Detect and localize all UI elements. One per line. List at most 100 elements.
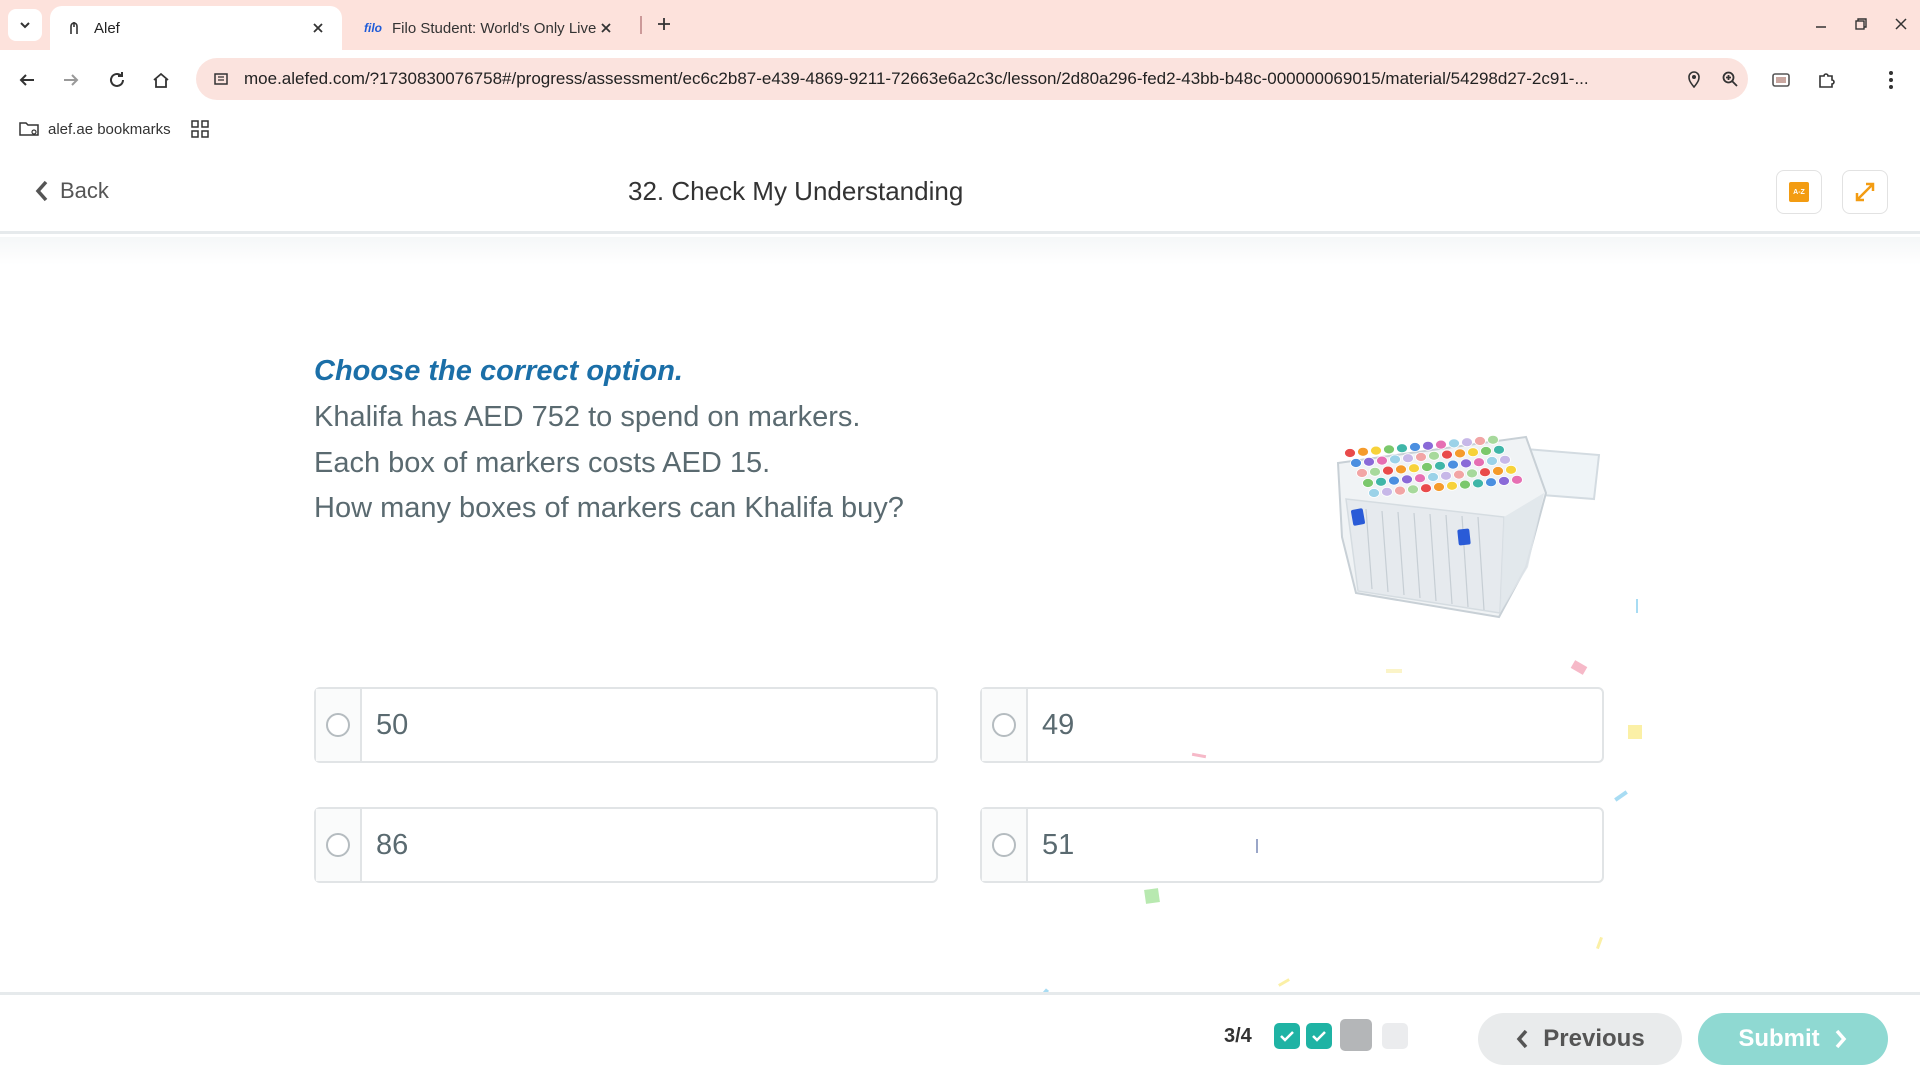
browser-chrome: Alef filo Filo Student: World's Only Liv… <box>0 0 1920 150</box>
confetti-piece <box>1570 660 1588 675</box>
tab-strip: Alef filo Filo Student: World's Only Liv… <box>0 0 1920 50</box>
cast-icon <box>1772 73 1790 87</box>
tab-close-icon[interactable] <box>596 18 616 38</box>
page-title: 32. Check My Understanding <box>628 176 964 206</box>
radio-button[interactable] <box>992 713 1016 737</box>
expand-icon <box>1855 182 1875 202</box>
back-button[interactable]: Back <box>34 178 109 204</box>
home-icon <box>153 72 169 88</box>
question-line: Khalifa has AED 752 to spend on markers. <box>314 401 861 433</box>
bookmarks-bar: alef.ae bookmarks <box>0 108 1920 150</box>
minimize-button[interactable] <box>1806 10 1836 38</box>
radio-button[interactable] <box>326 833 350 857</box>
bookmark-folder-alef[interactable]: alef.ae bookmarks <box>18 120 171 138</box>
question-line: How many boxes of markers can Khalifa bu… <box>314 492 904 524</box>
footer-bar: 3/4 Previous Submit <box>0 992 1920 1080</box>
chevron-left-icon <box>35 180 48 202</box>
progress-step-1[interactable] <box>1274 1023 1300 1049</box>
radio-button[interactable] <box>992 833 1016 857</box>
reload-icon <box>110 72 124 87</box>
chevron-right-icon <box>1835 1029 1846 1049</box>
chevron-down-icon <box>20 22 30 29</box>
arrow-left-icon <box>19 74 34 86</box>
alef-icon <box>64 20 84 36</box>
restore-button[interactable] <box>1846 10 1876 38</box>
option-value: 86 <box>376 828 409 861</box>
progress-step-4[interactable] <box>1382 1023 1408 1049</box>
home-button[interactable] <box>146 65 176 95</box>
browser-toolbar: moe.alefed.com/?1730830076758#/progress/… <box>0 50 1920 108</box>
option-value: 49 <box>1042 708 1075 741</box>
tab-alef[interactable]: Alef <box>50 6 342 50</box>
check-icon <box>1312 1031 1326 1042</box>
progress-counter: 3/4 <box>1224 1025 1252 1047</box>
radio-cell <box>982 809 1028 881</box>
radio-cell <box>316 689 362 761</box>
browser-menu-button[interactable] <box>1876 65 1906 95</box>
apps-button[interactable] <box>190 120 209 138</box>
markers-box-image <box>1336 434 1601 619</box>
chevron-left-icon <box>1516 1029 1528 1049</box>
tab-title: Filo Student: World's Only Live I <box>392 19 596 37</box>
new-tab-button[interactable] <box>652 12 676 36</box>
fullscreen-button[interactable] <box>1842 170 1888 214</box>
check-icon <box>1280 1031 1294 1042</box>
answer-option-2[interactable]: 49 <box>980 687 1604 763</box>
tab-filo[interactable]: filo Filo Student: World's Only Live I <box>350 6 630 50</box>
previous-button[interactable]: Previous <box>1478 1013 1682 1065</box>
url-text[interactable]: moe.alefed.com/?1730830076758#/progress/… <box>244 69 1676 89</box>
folder-icon <box>19 122 39 136</box>
previous-label: Previous <box>1543 1025 1645 1052</box>
answer-option-3[interactable]: 86 <box>314 807 938 883</box>
answer-option-4[interactable]: 51 <box>980 807 1604 883</box>
cast-button[interactable] <box>1766 65 1796 95</box>
dictionary-icon: A-Z <box>1789 182 1809 202</box>
back-label: Back <box>60 178 109 203</box>
radio-button[interactable] <box>326 713 350 737</box>
confetti-piece <box>1636 599 1638 613</box>
apps-grid-icon <box>190 120 209 138</box>
tab-title: Alef <box>94 19 120 37</box>
submit-button[interactable]: Submit <box>1698 1013 1888 1065</box>
filo-favicon: filo <box>364 21 382 35</box>
bookmark-folder-label: alef.ae bookmarks <box>48 120 171 138</box>
extensions-button[interactable] <box>1811 65 1841 95</box>
back-nav-button[interactable] <box>12 65 42 95</box>
confetti-piece <box>1628 725 1642 739</box>
question-instruction: Choose the correct option. <box>314 355 683 387</box>
confetti-piece <box>1386 669 1402 673</box>
confetti-piece <box>1614 790 1628 802</box>
option-value: 51 <box>1042 828 1075 861</box>
confetti-piece <box>1256 839 1258 853</box>
close-window-button[interactable] <box>1886 10 1916 38</box>
lesson-header: Back 32. Check My Understanding A-Z <box>0 150 1920 234</box>
question-line: Each box of markers costs AED 15. <box>314 447 771 479</box>
arrow-right-icon <box>64 74 79 86</box>
address-bar[interactable]: moe.alefed.com/?1730830076758#/progress/… <box>196 58 1748 100</box>
confetti-piece <box>1596 936 1603 950</box>
confetti-piece <box>1144 888 1160 904</box>
puzzle-icon <box>1819 73 1835 88</box>
tab-separator <box>640 16 642 34</box>
location-icon[interactable] <box>1676 70 1712 88</box>
close-icon <box>1895 18 1907 30</box>
radio-cell <box>982 689 1028 761</box>
progress-step-3-current[interactable] <box>1340 1019 1372 1051</box>
forward-nav-button[interactable] <box>56 65 86 95</box>
content-top-shade <box>0 237 1920 265</box>
minimize-icon <box>1816 26 1826 28</box>
question-area: Choose the correct option. Khalifa has A… <box>0 237 1920 1002</box>
zoom-icon[interactable] <box>1712 70 1748 88</box>
option-value: 50 <box>376 708 409 741</box>
restore-icon <box>1855 18 1867 30</box>
site-info-icon[interactable] <box>206 71 236 87</box>
dictionary-button[interactable]: A-Z <box>1776 170 1822 214</box>
answer-option-1[interactable]: 50 <box>314 687 938 763</box>
submit-label: Submit <box>1738 1025 1820 1052</box>
tab-close-icon[interactable] <box>308 18 328 38</box>
reload-button[interactable] <box>102 65 132 95</box>
tab-search-button[interactable] <box>8 9 42 41</box>
radio-cell <box>316 809 362 881</box>
progress-step-2[interactable] <box>1306 1023 1332 1049</box>
kebab-menu-icon <box>1889 71 1893 89</box>
